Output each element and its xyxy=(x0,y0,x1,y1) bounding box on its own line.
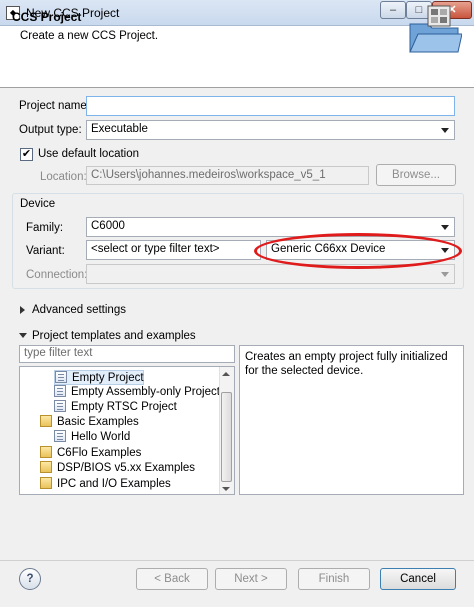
expand-arrow-icon[interactable] xyxy=(20,306,25,314)
scroll-down-icon[interactable] xyxy=(222,487,230,491)
use-default-location-label: Use default location xyxy=(38,148,140,160)
folder-icon xyxy=(40,415,52,427)
tree-item-basic-examples[interactable]: Basic Examples xyxy=(40,415,139,430)
use-default-location-checkbox[interactable]: ✔ xyxy=(20,148,33,161)
tree-item-label: Empty Assembly-only Project xyxy=(71,386,220,398)
finish-button[interactable]: Finish xyxy=(298,568,370,590)
minimize-button[interactable]: – xyxy=(380,1,406,19)
project-name-label: Project name: xyxy=(19,100,90,112)
templates-tree: Empty Project Empty Assembly-only Projec… xyxy=(19,366,235,495)
chevron-down-icon xyxy=(441,272,449,277)
document-icon xyxy=(54,385,66,397)
scrollbar-thumb[interactable] xyxy=(221,392,232,482)
tree-item-label: Basic Examples xyxy=(57,416,139,428)
project-name-input[interactable] xyxy=(86,96,455,116)
folder-icon xyxy=(40,461,52,473)
variant-label: Variant: xyxy=(26,245,65,257)
family-value: C6000 xyxy=(91,220,125,232)
project-wizard-icon xyxy=(409,5,462,53)
scroll-up-icon[interactable] xyxy=(222,372,230,376)
help-button[interactable]: ? xyxy=(19,568,41,590)
connection-label: Connection: xyxy=(26,269,88,281)
template-description: Creates an empty project fully initializ… xyxy=(239,345,464,495)
page-title: CCS Project xyxy=(12,10,82,24)
collapse-arrow-icon[interactable] xyxy=(19,333,27,338)
tree-item-dsp-bios-examples[interactable]: DSP/BIOS v5.xx Examples xyxy=(40,461,195,476)
device-group-label: Device xyxy=(18,198,58,210)
tree-item-c6flo-examples[interactable]: C6Flo Examples xyxy=(40,446,141,461)
tree-item-label: Empty RTSC Project xyxy=(71,401,177,413)
tree-item-label: Empty Project xyxy=(72,372,144,384)
tree-item-label: Hello World xyxy=(71,431,131,443)
tree-item-empty-assembly-project[interactable]: Empty Assembly-only Project xyxy=(54,385,220,400)
output-type-label: Output type: xyxy=(19,124,82,136)
back-button[interactable]: < Back xyxy=(136,568,208,590)
document-icon xyxy=(54,400,66,412)
location-input[interactable]: C:\Users\johannes.medeiros\workspace_v5_… xyxy=(86,166,369,185)
tree-item-label: IPC and I/O Examples xyxy=(57,478,171,490)
cancel-button[interactable]: Cancel xyxy=(380,568,456,590)
next-button[interactable]: Next > xyxy=(215,568,287,590)
folder-icon xyxy=(40,446,52,458)
tree-item-empty-project[interactable]: Empty Project xyxy=(54,370,144,385)
tree-item-label: DSP/BIOS v5.xx Examples xyxy=(57,462,196,474)
tree-item-ipc-io-examples[interactable]: IPC and I/O Examples xyxy=(40,477,171,492)
chevron-down-icon xyxy=(441,128,449,133)
tree-item-empty-rtsc-project[interactable]: Empty RTSC Project xyxy=(54,400,177,415)
output-type-select[interactable]: Executable xyxy=(86,120,455,140)
chevron-down-icon xyxy=(441,225,449,230)
browse-button[interactable]: Browse... xyxy=(376,164,456,186)
footer-divider xyxy=(0,560,474,561)
project-templates-toggle[interactable]: Project templates and examples xyxy=(32,330,196,342)
highlight-ellipse xyxy=(254,233,462,269)
document-icon xyxy=(54,430,66,442)
folder-icon xyxy=(40,477,52,489)
output-type-value: Executable xyxy=(91,123,148,135)
tree-item-hello-world[interactable]: Hello World xyxy=(54,430,130,445)
tree-item-label: C6Flo Examples xyxy=(57,447,142,459)
document-icon xyxy=(55,371,67,383)
family-label: Family: xyxy=(26,222,64,234)
advanced-settings-toggle[interactable]: Advanced settings xyxy=(32,304,126,316)
template-filter-input[interactable]: type filter text xyxy=(19,345,235,363)
page-description: Create a new CCS Project. xyxy=(20,30,159,42)
variant-filter-input[interactable]: <select or type filter text> xyxy=(86,240,261,260)
location-label: Location: xyxy=(40,171,87,183)
